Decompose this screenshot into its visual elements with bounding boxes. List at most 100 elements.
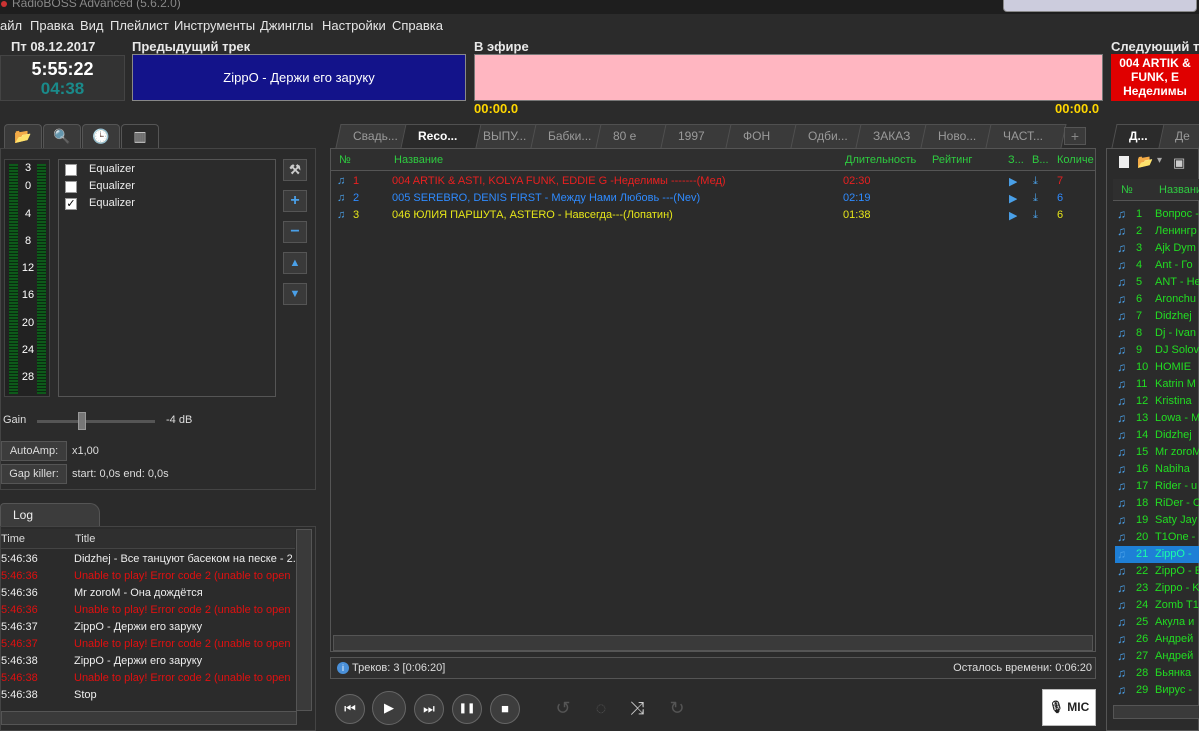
menu-view[interactable]: Вид xyxy=(80,18,104,33)
library-row[interactable]: ♫ 16 Nabiha xyxy=(1115,461,1199,478)
col-rating[interactable]: Рейтинг xyxy=(932,154,1002,166)
repeat-icon[interactable]: ↺ xyxy=(548,694,578,724)
save-icon[interactable]: ▣ xyxy=(1173,155,1185,171)
play-button[interactable]: ▶ xyxy=(372,691,406,725)
menu-edit[interactable]: Правка xyxy=(30,18,74,33)
library-row[interactable]: ♫ 19 Saty Jay xyxy=(1115,512,1199,529)
library-row[interactable]: ♫ 2 Ленингр xyxy=(1115,223,1199,240)
col-title[interactable]: Название xyxy=(394,154,834,166)
next-track-line: Неделимы xyxy=(1123,84,1187,98)
col-num[interactable]: № xyxy=(339,154,379,166)
time-remaining: Осталось времени: 0:06:20 xyxy=(953,662,1092,674)
log-hscrollbar[interactable] xyxy=(1,711,297,725)
menu-jingles[interactable]: Джинглы xyxy=(260,18,313,33)
library-row[interactable]: ♫ 9 DJ Solov xyxy=(1115,342,1199,359)
gain-slider-track[interactable] xyxy=(37,412,155,430)
refresh-icon[interactable]: ↻ xyxy=(662,694,692,724)
library-row[interactable]: ♫ 17 Rider - u xyxy=(1115,478,1199,495)
library-row[interactable]: ♫ 20 T1One - xyxy=(1115,529,1199,546)
pause-button[interactable]: ❚❚ xyxy=(452,694,482,724)
library-row[interactable]: ♫ 14 Didzhej xyxy=(1115,427,1199,444)
playlist-row[interactable]: ♫ 1 004 ARTIK & ASTI, KOLYA FUNK, EDDIE G … xyxy=(331,173,1095,190)
library-hscrollbar[interactable] xyxy=(1113,705,1199,719)
effect-checkbox[interactable] xyxy=(65,181,77,193)
library-row[interactable]: ♫ 24 Zomb T1 xyxy=(1115,597,1199,614)
library-row[interactable]: ♫ 1 Вопрос - xyxy=(1115,206,1199,223)
library-row[interactable]: ♫ 10 HOMIE xyxy=(1115,359,1199,376)
library-row[interactable]: ♫ 3 Ajk Dym xyxy=(1115,240,1199,257)
library-col-title[interactable]: Названи xyxy=(1159,184,1199,196)
loop-icon[interactable]: ◌ xyxy=(586,694,616,724)
search-icon[interactable]: 🔍 xyxy=(43,124,81,148)
effect-checkbox[interactable] xyxy=(65,164,77,176)
library-row[interactable]: ♫ 11 Katrin M xyxy=(1115,376,1199,393)
playlist-row[interactable]: ♫ 2 005 SEREBRO, DENIS FIRST - Между Нами … xyxy=(331,190,1095,207)
autoamp-button[interactable]: AutoAmp: xyxy=(1,441,67,461)
library-row[interactable]: ♫ 25 Акула и xyxy=(1115,614,1199,631)
open-folder-icon[interactable]: 📂 xyxy=(1137,154,1153,170)
library-row[interactable]: ♫ 27 Андрей xyxy=(1115,648,1199,665)
effect-checkbox[interactable]: ✓ xyxy=(65,198,77,210)
add-effect-button[interactable]: + xyxy=(283,190,307,212)
library-col-num[interactable]: № xyxy=(1121,184,1133,196)
gap-killer-button[interactable]: Gap killer: xyxy=(1,464,67,484)
previous-button[interactable]: ⏮ xyxy=(335,694,365,724)
settings-tools-icon[interactable]: ⚒ xyxy=(283,159,307,181)
library-row[interactable]: ♫ 7 Didzhej xyxy=(1115,308,1199,325)
dropdown-arrow-icon[interactable]: ▾ xyxy=(1157,155,1162,166)
download-icon[interactable]: ⤓ xyxy=(1033,175,1038,188)
new-file-icon[interactable] xyxy=(1119,156,1129,168)
library-row[interactable]: ♫ 6 Aronchu xyxy=(1115,291,1199,308)
play-marker-icon[interactable]: ▶ xyxy=(1009,192,1017,205)
playlist-hscrollbar[interactable] xyxy=(333,635,1093,651)
col-duration[interactable]: Длительность xyxy=(845,154,923,166)
move-down-icon[interactable]: ▼ xyxy=(283,283,307,305)
menu-settings[interactable]: Настройки xyxy=(322,18,386,33)
library-row[interactable]: ♫ 23 Zippo - K xyxy=(1115,580,1199,597)
library-row[interactable]: ♫ 13 Lowa - M xyxy=(1115,410,1199,427)
play-marker-icon[interactable]: ▶ xyxy=(1009,209,1017,222)
playlist-row[interactable]: ♫ 3 046 ЮЛИЯ ПАРШУТА, ASTERO - Навсегда---… xyxy=(331,207,1095,224)
gain-slider-handle[interactable] xyxy=(78,412,86,430)
library-row[interactable]: ♫ 21 ZippO - xyxy=(1115,546,1199,563)
menu-playlist[interactable]: Плейлист xyxy=(110,18,169,33)
menu-tools[interactable]: Инструменты xyxy=(174,18,255,33)
col-c2[interactable]: В... xyxy=(1032,154,1054,166)
playlist-tab[interactable]: ЧАСТ... xyxy=(985,124,1067,148)
library-row[interactable]: ♫ 18 RiDer - C xyxy=(1115,495,1199,512)
window-controls[interactable] xyxy=(1003,0,1197,12)
add-playlist-icon[interactable]: + xyxy=(1064,127,1086,145)
download-icon[interactable]: ⤓ xyxy=(1033,209,1038,222)
library-row[interactable]: ♫ 26 Андрей xyxy=(1115,631,1199,648)
track-title: 004 ARTIK & ASTI, KOLYA FUNK, EDDIE G -Н… xyxy=(392,175,726,187)
col-c1[interactable]: З... xyxy=(1008,154,1028,166)
next-button[interactable]: ⏭ xyxy=(414,694,444,724)
clock-icon[interactable]: 🕒 xyxy=(82,124,120,148)
library-row[interactable]: ♫ 5 ANT - He xyxy=(1115,274,1199,291)
mic-button[interactable]: 🎙 MIC xyxy=(1042,689,1096,726)
log-col-title[interactable]: Title xyxy=(75,533,95,545)
menu-file[interactable]: айл xyxy=(0,18,22,33)
library-row[interactable]: ♫ 8 Dj - Ivan xyxy=(1115,325,1199,342)
folder-icon[interactable]: 📂 xyxy=(4,124,42,148)
stop-button[interactable]: ■ xyxy=(490,694,520,724)
library-row[interactable]: ♫ 15 Mr zoroM xyxy=(1115,444,1199,461)
right-tab[interactable]: Д... xyxy=(1111,124,1165,148)
move-up-icon[interactable]: ▲ xyxy=(283,252,307,274)
shuffle-icon[interactable]: ⤨ xyxy=(622,694,652,724)
library-row[interactable]: ♫ 29 Вирус - xyxy=(1115,682,1199,699)
library-row[interactable]: ♫ 4 Ant - Го xyxy=(1115,257,1199,274)
playlist-tab[interactable]: Reco... xyxy=(400,124,482,148)
download-icon[interactable]: ⤓ xyxy=(1033,192,1038,205)
equalizer-icon[interactable]: ▥ xyxy=(121,124,159,148)
log-tab[interactable]: Log xyxy=(0,503,100,526)
col-count[interactable]: Количе xyxy=(1057,154,1095,166)
log-vscrollbar[interactable] xyxy=(296,529,312,711)
library-row[interactable]: ♫ 22 ZippO - E xyxy=(1115,563,1199,580)
log-col-time[interactable]: Time xyxy=(1,533,25,545)
library-row[interactable]: ♫ 12 Kristina xyxy=(1115,393,1199,410)
menu-help[interactable]: Справка xyxy=(392,18,443,33)
library-row[interactable]: ♫ 28 Бьянка xyxy=(1115,665,1199,682)
remove-effect-button[interactable]: − xyxy=(283,221,307,243)
play-marker-icon[interactable]: ▶ xyxy=(1009,175,1017,188)
